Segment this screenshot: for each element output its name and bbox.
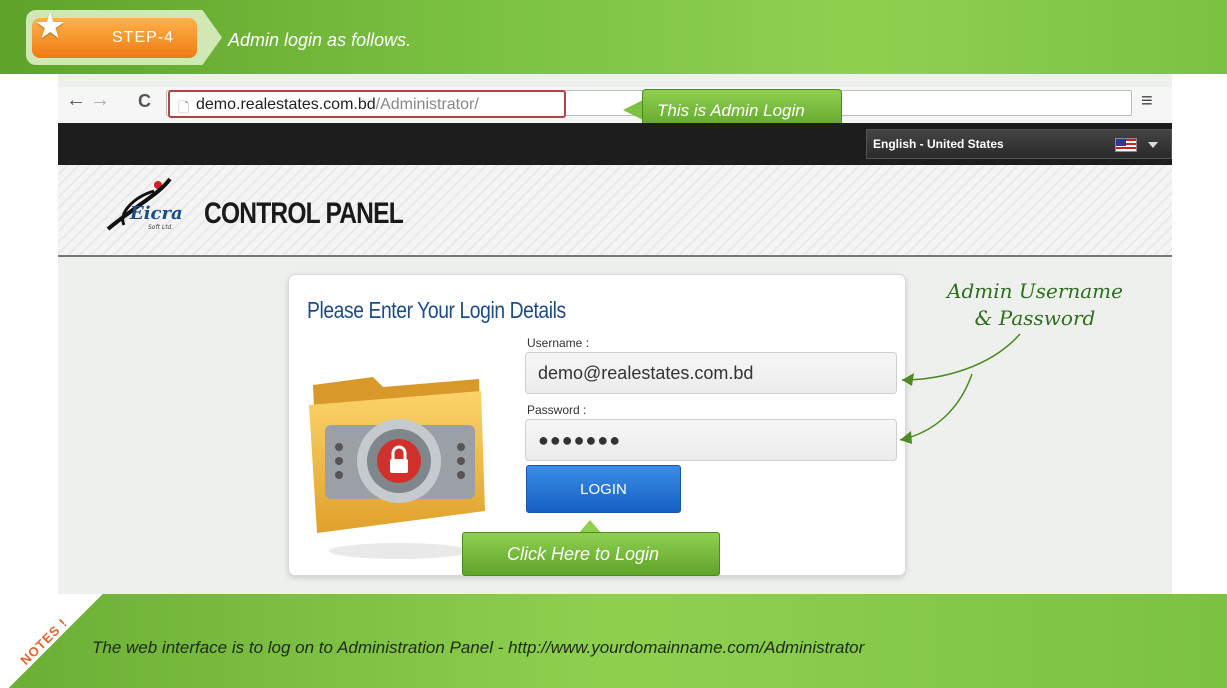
eicra-logo-icon: Eicra Soft Ltd. [106, 177, 183, 231]
language-value: English - United States [873, 137, 1004, 151]
language-bar: English - United States [58, 123, 1172, 165]
annotation-arrows-icon [899, 333, 1021, 444]
url-path: /Administrator/ [375, 96, 479, 113]
back-arrow-icon[interactable]: ← [66, 90, 86, 110]
password-field[interactable]: ●●●●●●● [525, 419, 897, 461]
star-icon: ★ [34, 5, 67, 46]
notes-banner: NOTES ! The web interface is to log on t… [0, 594, 1227, 688]
login-heading: Please Enter Your Login Details [307, 297, 566, 323]
url-text: demo.realestates.com.bd/Administrator/ [196, 96, 479, 113]
step-label: STEP-4 [112, 29, 175, 46]
forward-arrow-icon[interactable]: → [90, 90, 110, 110]
notes-text: The web interface is to log on to Admini… [92, 638, 865, 657]
banner-title: Admin login as follows. [228, 30, 412, 50]
login-callout-text: Click Here to Login [507, 544, 660, 564]
username-label: Username : [527, 336, 590, 350]
callout-pointer [623, 100, 643, 120]
menu-icon[interactable]: ≡ [1141, 90, 1153, 113]
page-icon: 🗋 [178, 99, 190, 115]
svg-text:Soft Ltd.: Soft Ltd. [148, 224, 173, 231]
control-panel-title: CONTROL PANEL [204, 197, 404, 230]
us-flag-icon [1115, 138, 1137, 152]
reload-icon[interactable]: C [138, 92, 151, 110]
language-select[interactable]: English - United States [866, 129, 1172, 159]
control-panel-header: Eicra Soft Ltd. CONTROL PANEL [58, 165, 1172, 257]
login-button[interactable]: LOGIN [526, 465, 681, 513]
top-banner: ★ STEP-4 Admin login as follows. [0, 0, 1227, 74]
credentials-annotation: Admin Username & Password [935, 278, 1135, 332]
svg-text:Eicra: Eicra [129, 203, 183, 224]
annotation-line-1: Admin Username [947, 279, 1123, 303]
login-callout: Click Here to Login [462, 532, 720, 576]
username-field[interactable]: demo@realestates.com.bd [525, 352, 897, 394]
password-label: Password : [527, 403, 587, 417]
address-bar-highlight[interactable]: 🗋 demo.realestates.com.bd/Administrator/ [168, 90, 566, 118]
chevron-down-icon [1148, 142, 1158, 148]
